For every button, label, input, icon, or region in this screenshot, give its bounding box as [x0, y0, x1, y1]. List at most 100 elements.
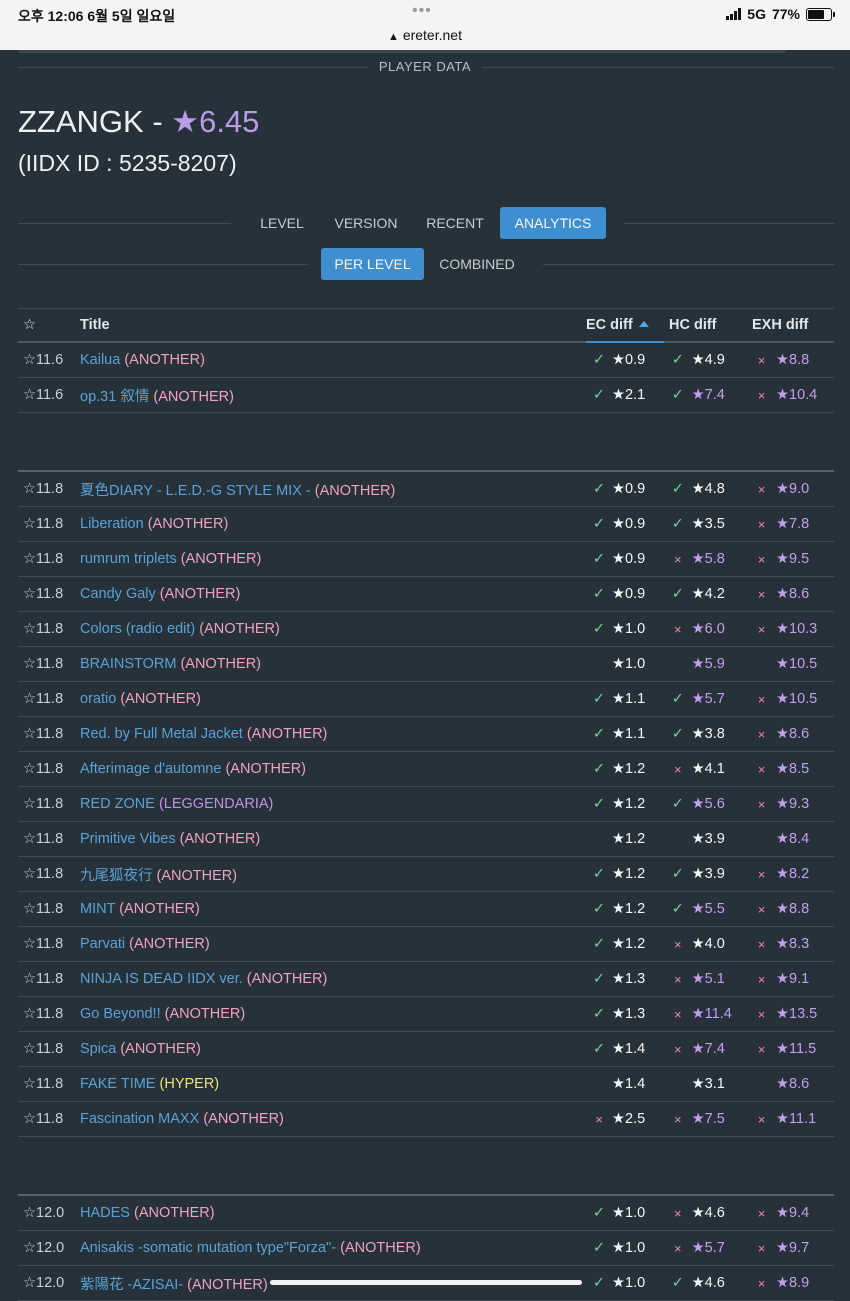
- cross-icon: ×: [747, 611, 776, 647]
- url-text: ereter.net: [402, 27, 462, 43]
- title-cell: HADES (ANOTHER): [80, 1195, 586, 1231]
- level-cell: ☆11.8: [18, 611, 80, 647]
- diff-value: ★1.4: [612, 1031, 664, 1067]
- battery-icon: [806, 7, 835, 21]
- diff-value: ★1.2: [612, 821, 664, 857]
- player-rating: ★6.45: [171, 104, 260, 139]
- diff-value: ★10.3: [776, 611, 834, 647]
- song-title-link[interactable]: Kailua: [80, 352, 120, 368]
- diff-value: ★1.2: [612, 786, 664, 822]
- check-icon: ✓: [586, 1230, 612, 1266]
- song-title-link[interactable]: NINJA IS DEAD IIDX ver.: [80, 971, 243, 987]
- tab-version[interactable]: VERSION: [327, 207, 405, 239]
- difficulty-label: (HYPER): [159, 1076, 220, 1092]
- title-cell: Anisakis -somatic mutation type"Forza"- …: [80, 1230, 586, 1266]
- song-title-link[interactable]: rumrum triplets: [80, 551, 177, 567]
- column-header-exh-diff[interactable]: EXH diff: [747, 309, 834, 343]
- table-row: ☆11.8 九尾狐夜行 (ANOTHER) ✓ ★1.2 ✓ ★3.9 × ★8.2: [18, 856, 834, 892]
- song-title-link[interactable]: MINT: [80, 901, 115, 917]
- diff-value: ★7.8: [776, 506, 834, 542]
- song-title-link[interactable]: RED ZONE: [80, 796, 155, 812]
- song-title-link[interactable]: oratio: [80, 691, 116, 707]
- cross-icon: ×: [664, 541, 692, 577]
- song-title-link[interactable]: 紫陽花 -AZISAI-: [80, 1277, 183, 1293]
- diff-value: ★1.2: [612, 891, 664, 927]
- title-cell: oratio (ANOTHER): [80, 681, 586, 717]
- song-title-link[interactable]: Parvati: [80, 936, 125, 952]
- column-header-title[interactable]: Title: [80, 309, 586, 343]
- song-title-link[interactable]: 九尾狐夜行: [80, 868, 153, 884]
- diff-value: ★1.1: [612, 716, 664, 752]
- song-title-link[interactable]: op.31 叙情: [80, 389, 149, 405]
- song-title-link[interactable]: Colors (radio edit): [80, 621, 195, 637]
- song-title-link[interactable]: FAKE TIME: [80, 1076, 155, 1092]
- song-title-link[interactable]: Candy Galy: [80, 586, 156, 602]
- player-iidx-id: (IIDX ID : 5235-8207): [18, 150, 237, 176]
- diff-value: ★1.0: [612, 646, 664, 682]
- diff-value: ★1.0: [612, 1265, 664, 1301]
- difficulty-label: (ANOTHER): [147, 516, 229, 532]
- diff-value: ★1.0: [612, 611, 664, 647]
- player-name-text: ZZANGK -: [18, 104, 172, 139]
- cross-icon: ×: [747, 506, 776, 542]
- song-title-link[interactable]: Go Beyond!!: [80, 1006, 161, 1022]
- diff-value: ★7.5: [691, 1101, 747, 1137]
- table-row: ☆11.8 oratio (ANOTHER) ✓ ★1.1 ✓ ★5.7 × ★10.5: [18, 681, 834, 717]
- address-bar[interactable]: ▲ ereter.net: [0, 27, 850, 43]
- difficulty-label: (ANOTHER): [129, 936, 210, 952]
- song-title-link[interactable]: BRAINSTORM: [80, 656, 176, 672]
- cross-icon: ×: [747, 751, 776, 787]
- subtab-per-level[interactable]: PER LEVEL: [321, 248, 424, 280]
- column-header-hc-diff[interactable]: HC diff: [664, 309, 747, 343]
- table-row: ☆11.8 FAKE TIME (HYPER) ★1.4 ★3.1 ★8.6: [18, 1066, 834, 1102]
- diff-value: ★11.1: [776, 1101, 834, 1137]
- diff-value: ★0.9: [612, 506, 664, 542]
- divider: [624, 223, 834, 224]
- title-cell: FAKE TIME (HYPER): [80, 1066, 586, 1102]
- column-header-level[interactable]: ☆: [18, 309, 80, 343]
- table-row: ☆11.8 MINT (ANOTHER) ✓ ★1.2 ✓ ★5.5 × ★8.8: [18, 891, 834, 927]
- song-title-link[interactable]: 夏色DIARY - L.E.D.-G STYLE MIX -: [80, 483, 311, 499]
- check-icon: ✓: [586, 471, 612, 507]
- level-cell: ☆11.8: [18, 751, 80, 787]
- diff-value: ★10.5: [776, 681, 834, 717]
- title-cell: Afterimage d'automne (ANOTHER): [80, 751, 586, 787]
- title-cell: MINT (ANOTHER): [80, 891, 586, 927]
- cross-icon: ×: [747, 1230, 776, 1266]
- diff-value: ★0.9: [612, 541, 664, 577]
- song-title-link[interactable]: Liberation: [80, 516, 144, 532]
- song-title-link[interactable]: HADES: [80, 1205, 130, 1221]
- title-cell: Red. by Full Metal Jacket (ANOTHER): [80, 716, 586, 752]
- level-cell: ☆11.8: [18, 716, 80, 752]
- diff-value: ★9.4: [776, 1195, 834, 1231]
- song-title-link[interactable]: Fascination MAXX: [80, 1111, 199, 1127]
- table-row: ☆11.8 Red. by Full Metal Jacket (ANOTHER)…: [18, 716, 834, 752]
- song-title-link[interactable]: Afterimage d'automne: [80, 761, 221, 777]
- title-cell: Candy Galy (ANOTHER): [80, 576, 586, 612]
- tab-level[interactable]: LEVEL: [250, 207, 314, 239]
- cross-icon: ×: [664, 996, 692, 1032]
- table-row: ☆12.0 HADES (ANOTHER) ✓ ★1.0 × ★4.6 × ★9.4: [18, 1195, 834, 1231]
- level-cell: ☆11.8: [18, 961, 80, 997]
- song-title-link[interactable]: Primitive Vibes: [80, 831, 176, 847]
- cross-icon: ×: [747, 926, 776, 962]
- song-title-link[interactable]: Red. by Full Metal Jacket: [80, 726, 243, 742]
- level-cell: ☆12.0: [18, 1230, 80, 1266]
- level-cell: ☆11.6: [18, 342, 80, 378]
- tab-analytics[interactable]: ANALYTICS: [500, 207, 606, 239]
- tab-recent[interactable]: RECENT: [419, 207, 491, 239]
- column-header-ec-diff[interactable]: EC diff: [586, 309, 664, 343]
- title-cell: Liberation (ANOTHER): [80, 506, 586, 542]
- diff-value: ★5.7: [691, 1230, 747, 1266]
- subtab-combined[interactable]: COMBINED: [432, 248, 522, 280]
- more-dots-icon[interactable]: •••: [412, 2, 432, 20]
- song-title-link[interactable]: Spica: [80, 1041, 116, 1057]
- check-icon: ✓: [586, 856, 612, 892]
- diff-value: ★7.4: [691, 377, 747, 413]
- empty-mark: [747, 646, 776, 682]
- cross-icon: ×: [747, 1031, 776, 1067]
- diff-value: ★4.8: [691, 471, 747, 507]
- diff-value: ★1.3: [612, 996, 664, 1032]
- song-title-link[interactable]: Anisakis -somatic mutation type"Forza"-: [80, 1240, 336, 1256]
- diff-value: ★1.4: [612, 1066, 664, 1102]
